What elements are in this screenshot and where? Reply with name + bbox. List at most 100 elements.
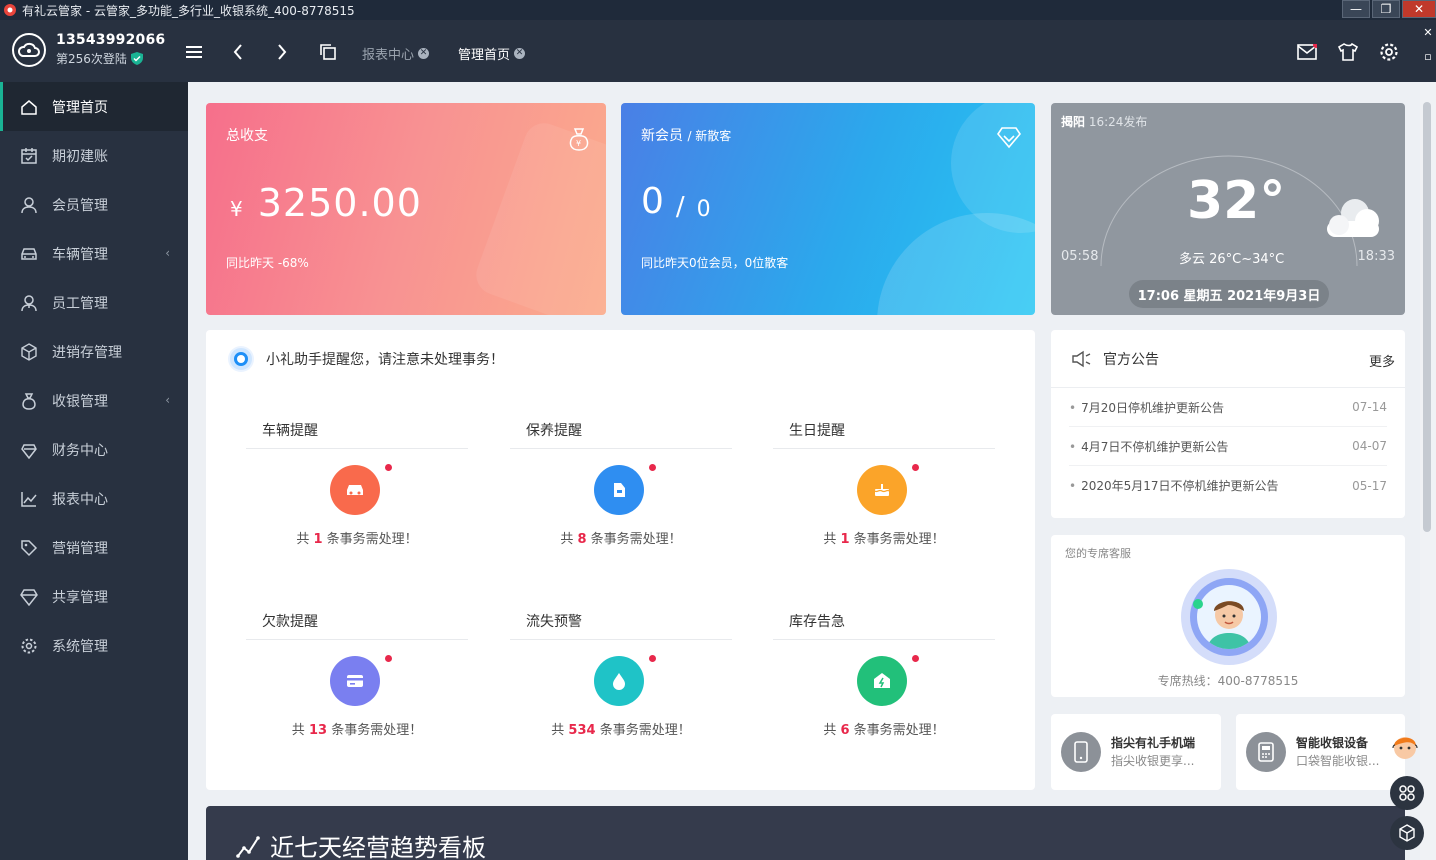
sidebar-item-10[interactable]: 共享管理 xyxy=(0,572,188,621)
reminder-3[interactable]: 欠款提醒共 13 条事务需处理！ xyxy=(246,611,468,771)
oil-can-icon[interactable] xyxy=(594,465,644,515)
reminder-count-text: 共 13 条事务需处理！ xyxy=(291,723,423,738)
sunrise-time: 05:58 xyxy=(1061,249,1099,264)
announcement-item[interactable]: 7月20日停机维护更新公告 07-14 xyxy=(1069,388,1387,427)
sidebar-item-1[interactable]: 期初建账 xyxy=(0,131,188,180)
copy-tabs-icon[interactable] xyxy=(318,42,338,62)
weather-datetime: 17:06 星期五 2021年9月3日 xyxy=(1129,280,1329,308)
announcement-panel: 官方公告 更多 7月20日停机维护更新公告 07-14 4月7日不停机维护更新公告 0… xyxy=(1051,330,1405,518)
reminder-count-text: 共 1 条事务需处理！ xyxy=(823,532,945,547)
settings-gear-icon[interactable] xyxy=(1379,42,1399,62)
sidebar-item-4[interactable]: 员工管理 xyxy=(0,278,188,327)
warehouse-icon[interactable] xyxy=(857,656,907,706)
reminder-count: 8 xyxy=(577,532,587,547)
reminder-count: 1 xyxy=(313,532,323,547)
menu-toggle-icon[interactable] xyxy=(184,42,204,62)
service-label: 您的专席客服 xyxy=(1065,547,1131,560)
tab-close-icon[interactable]: ✕ xyxy=(418,48,430,59)
unread-dot xyxy=(649,464,656,471)
close-window-button[interactable]: ✕ xyxy=(1402,0,1436,18)
announcement-item[interactable]: 2020年5月17日不停机维护更新公告 05-17 xyxy=(1069,466,1387,505)
sidebar-item-label: 系统管理 xyxy=(52,638,108,655)
cake-icon[interactable] xyxy=(857,465,907,515)
promo-mobile-app[interactable]: 指尖有礼手机端 指尖收银更享... xyxy=(1051,714,1221,790)
tab-report-center[interactable]: 报表中心 ✕ xyxy=(362,44,430,63)
reminder-0[interactable]: 车辆提醒共 1 条事务需处理！ xyxy=(246,420,468,580)
income-card[interactable]: 总收支 ¥ ¥3250.00 同比昨天 -68% xyxy=(206,103,606,315)
pos-terminal-icon xyxy=(1246,732,1286,772)
reminder-label: 流失预警 xyxy=(526,614,582,630)
sidebar-item-label: 期初建账 xyxy=(52,148,108,165)
sunset-time: 18:33 xyxy=(1357,249,1395,264)
sidebar-item-7[interactable]: 财务中心 xyxy=(0,425,188,474)
forward-arrow-icon[interactable] xyxy=(272,42,292,62)
sidebar-item-11[interactable]: 系统管理 xyxy=(0,621,188,670)
user-icon xyxy=(21,196,37,213)
reminder-count-text: 共 6 条事务需处理！ xyxy=(823,723,945,738)
side-restore-icon[interactable]: ▫ xyxy=(1424,50,1431,63)
new-member-count: 0 xyxy=(641,181,664,222)
service-avatar[interactable] xyxy=(1181,569,1277,665)
sidebar-item-label: 管理首页 xyxy=(52,99,108,116)
announcement-date: 05-17 xyxy=(1352,478,1387,493)
sidebar-item-5[interactable]: 进销存管理 xyxy=(0,327,188,376)
cloud-weather-icon xyxy=(1327,199,1379,237)
tab-close-icon[interactable]: ✕ xyxy=(514,48,526,59)
cube-icon[interactable] xyxy=(1390,816,1424,850)
income-title: 总收支 xyxy=(226,128,268,144)
speaker-icon xyxy=(1072,350,1091,367)
home-icon xyxy=(21,99,37,115)
announcement-title: 官方公告 xyxy=(1103,351,1159,368)
new-member-card[interactable]: 新会员 / 新散客 0/0 同比昨天0位会员，0位散客 xyxy=(621,103,1035,315)
car-icon[interactable] xyxy=(330,465,380,515)
sidebar-item-3[interactable]: 车辆管理 ‹ xyxy=(0,229,188,278)
announcement-date: 07-14 xyxy=(1352,400,1387,414)
announcement-item[interactable]: 4月7日不停机维护更新公告 04-07 xyxy=(1069,427,1387,466)
new-guest-count: 0 xyxy=(696,197,711,222)
service-hotline: 专席热线：400-8778515 xyxy=(1157,674,1299,688)
reminder-4[interactable]: 流失预警共 534 条事务需处理！ xyxy=(510,611,732,771)
sidebar-item-8[interactable]: 报表中心 xyxy=(0,474,188,523)
reminder-2[interactable]: 生日提醒共 1 条事务需处理！ xyxy=(773,420,995,580)
back-arrow-icon[interactable] xyxy=(228,42,248,62)
sidebar-item-6[interactable]: 收银管理 ‹ xyxy=(0,376,188,425)
promo-cashier-device[interactable]: 智能收银设备 口袋智能收银... xyxy=(1236,714,1405,790)
side-close-icon[interactable]: ✕ xyxy=(1423,26,1432,39)
reminder-label: 欠款提醒 xyxy=(262,614,318,630)
phone-icon xyxy=(1061,732,1101,772)
unread-dot xyxy=(912,655,919,662)
tag-icon xyxy=(21,539,38,556)
chevron-left-icon: ‹ xyxy=(165,393,170,407)
minimize-button[interactable]: — xyxy=(1342,0,1370,18)
money-bag-icon: ¥ xyxy=(569,128,589,151)
cloud-logo-icon[interactable] xyxy=(12,33,46,67)
card-icon[interactable] xyxy=(330,656,380,706)
reminder-label: 保养提醒 xyxy=(526,423,582,439)
sidebar-item-9[interactable]: 营销管理 xyxy=(0,523,188,572)
trend-line-icon xyxy=(236,835,260,858)
maximize-button[interactable]: ❐ xyxy=(1372,0,1400,18)
sidebar: 管理首页期初建账会员管理 车辆管理 ‹ 员工管理进销存管理 收银管理 ‹ 财务中心 报表中心营… xyxy=(0,82,188,860)
sidebar-item-label: 共享管理 xyxy=(52,589,108,606)
sidebar-item-2[interactable]: 会员管理 xyxy=(0,180,188,229)
announcement-more-link[interactable]: 更多 xyxy=(1369,351,1395,370)
apps-grid-icon[interactable] xyxy=(1390,776,1424,810)
drop-icon[interactable] xyxy=(594,656,644,706)
top-header: 13543992066 第256次登陆 报表中心 ✕ 管理首页 ✕ xyxy=(0,20,1436,82)
reminder-count-text: 共 8 条事务需处理！ xyxy=(560,532,682,547)
skin-shirt-icon[interactable] xyxy=(1338,42,1358,62)
mail-icon[interactable] xyxy=(1297,42,1317,62)
reminder-count-text: 共 534 条事务需处理！ xyxy=(551,723,691,738)
reminder-5[interactable]: 库存告急共 6 条事务需处理！ xyxy=(773,611,995,771)
online-status-dot xyxy=(1193,599,1203,609)
sidebar-item-0[interactable]: 管理首页 xyxy=(0,82,188,131)
support-agent-icon[interactable] xyxy=(1388,730,1422,764)
finance-icon xyxy=(21,443,37,459)
main-scrollbar[interactable] xyxy=(1420,82,1436,860)
sidebar-item-label: 员工管理 xyxy=(52,295,108,312)
account-phone: 13543992066 xyxy=(56,32,166,48)
reminder-1[interactable]: 保养提醒共 8 条事务需处理！ xyxy=(510,420,732,580)
tab-home[interactable]: 管理首页 ✕ xyxy=(458,44,526,63)
member-title: 新会员 / 新散客 xyxy=(641,128,732,144)
app-logo-icon xyxy=(4,4,16,16)
